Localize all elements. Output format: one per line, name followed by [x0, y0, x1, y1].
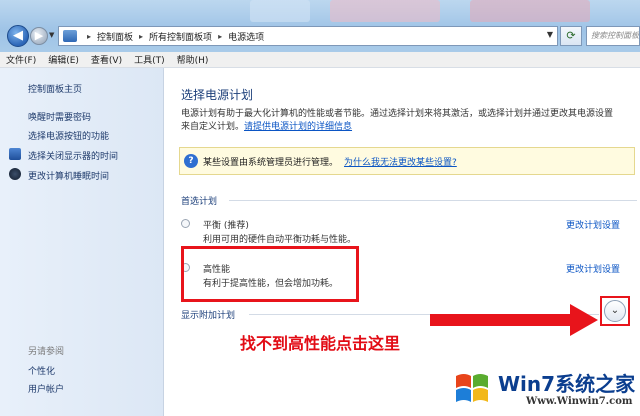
description-text: 来自定义计划。: [181, 122, 245, 132]
why-cant-change-link[interactable]: 为什么我无法更改某些设置?: [344, 155, 457, 168]
history-dropdown-icon[interactable]: ▼: [49, 31, 54, 39]
menu-help[interactable]: 帮助(H): [177, 53, 209, 66]
see-also-title: 另请参阅: [28, 347, 65, 357]
breadcrumb-separator-icon[interactable]: ▸: [218, 32, 222, 41]
windows-logo-icon: [456, 374, 488, 402]
back-button[interactable]: ◀: [7, 25, 29, 47]
search-input[interactable]: 搜索控制面板: [586, 26, 640, 46]
page-title: 选择电源计划: [181, 88, 254, 102]
blurred-decoration: [250, 0, 310, 22]
breadcrumb-power-options[interactable]: 电源选项: [228, 30, 264, 43]
sidebar-control-panel-home[interactable]: 控制面板主页: [28, 82, 82, 95]
plan-balanced-desc: 利用可用的硬件自动平衡功耗与性能。: [203, 235, 357, 245]
menu-file[interactable]: 文件(F): [6, 53, 36, 66]
address-dropdown-icon[interactable]: ▼: [547, 30, 553, 39]
red-arrow-icon: [430, 304, 598, 336]
watermark: Win7系统之家 Www.Winwin7.com: [438, 362, 640, 416]
refresh-button[interactable]: ⟳: [560, 26, 582, 46]
description-line: 来自定义计划。请提供电源计划的详细信息: [181, 121, 636, 134]
sidebar-item-display-off[interactable]: 选择关闭显示器的时间: [28, 149, 118, 162]
blurred-decoration: [470, 0, 590, 22]
plan-balanced-name[interactable]: 平衡 (推荐): [203, 218, 249, 231]
display-icon: [9, 148, 21, 160]
annotation-text: 找不到高性能点击这里: [240, 334, 401, 353]
menu-tools[interactable]: 工具(T): [134, 53, 165, 66]
help-question-icon: ?: [184, 153, 198, 169]
plan-balanced-radio[interactable]: [181, 219, 190, 228]
refresh-icon: ⟳: [566, 29, 576, 42]
window-titlebar: ◀ ▶ ▼ ▸ 控制面板 ▸ 所有控制面板项 ▸ 电源选项 ▼ ⟳ 搜索控制面板: [0, 0, 640, 52]
menu-view[interactable]: 查看(V): [91, 53, 122, 66]
change-plan-settings-balanced[interactable]: 更改计划设置: [566, 218, 620, 231]
page-description: 电源计划有助于最大化计算机的性能或者节能。通过选择计划来将其激活，或选择计划并通…: [181, 108, 636, 134]
highlight-box: [181, 246, 359, 302]
sidebar-item-power-button[interactable]: 选择电源按钮的功能: [28, 129, 109, 142]
sidebar: 控制面板主页 唤醒时需要密码 选择电源按钮的功能 选择关闭显示器的时间 更改计算…: [0, 68, 164, 416]
admin-info-bar: ? 某些设置由系统管理员进行管理。 为什么我无法更改某些设置?: [179, 147, 635, 175]
sidebar-item-sleep-time[interactable]: 更改计算机睡眠时间: [28, 169, 109, 182]
sidebar-item-user-accounts[interactable]: 用户帐户: [28, 382, 64, 395]
chevron-down-icon: ⌄: [610, 305, 620, 316]
plan-details-link[interactable]: 请提供电源计划的详细信息: [244, 122, 352, 132]
sleep-moon-icon: [9, 168, 21, 180]
breadcrumb-control-panel[interactable]: 控制面板: [97, 30, 133, 43]
preferred-plans-label: 首选计划: [181, 197, 218, 207]
description-line: 电源计划有助于最大化计算机的性能或者节能。通过选择计划来将其激活，或选择计划并通…: [181, 109, 614, 119]
sidebar-item-wake-password[interactable]: 唤醒时需要密码: [28, 110, 91, 123]
breadcrumb-separator-icon[interactable]: ▸: [87, 32, 91, 41]
expand-additional-plans-button[interactable]: ⌄: [604, 300, 626, 322]
section-divider: [229, 200, 637, 201]
breadcrumb-all-items[interactable]: 所有控制面板项: [149, 30, 212, 43]
forward-button[interactable]: ▶: [30, 27, 48, 45]
menu-bar: 文件(F) 编辑(E) 查看(V) 工具(T) 帮助(H): [0, 52, 640, 68]
menu-edit[interactable]: 编辑(E): [48, 53, 79, 66]
address-bar[interactable]: ▸ 控制面板 ▸ 所有控制面板项 ▸ 电源选项 ▼: [58, 26, 558, 46]
change-plan-settings-high[interactable]: 更改计划设置: [566, 262, 620, 275]
watermark-brand: Win7系统之家: [498, 372, 636, 396]
control-panel-icon: [63, 30, 77, 42]
watermark-url: Www.Winwin7.com: [526, 396, 633, 407]
sidebar-item-personalization[interactable]: 个性化: [28, 364, 55, 377]
blurred-decoration: [330, 0, 440, 22]
info-text: 某些设置由系统管理员进行管理。: [203, 157, 339, 168]
breadcrumb-separator-icon[interactable]: ▸: [139, 32, 143, 41]
show-additional-plans-label[interactable]: 显示附加计划: [181, 308, 235, 321]
